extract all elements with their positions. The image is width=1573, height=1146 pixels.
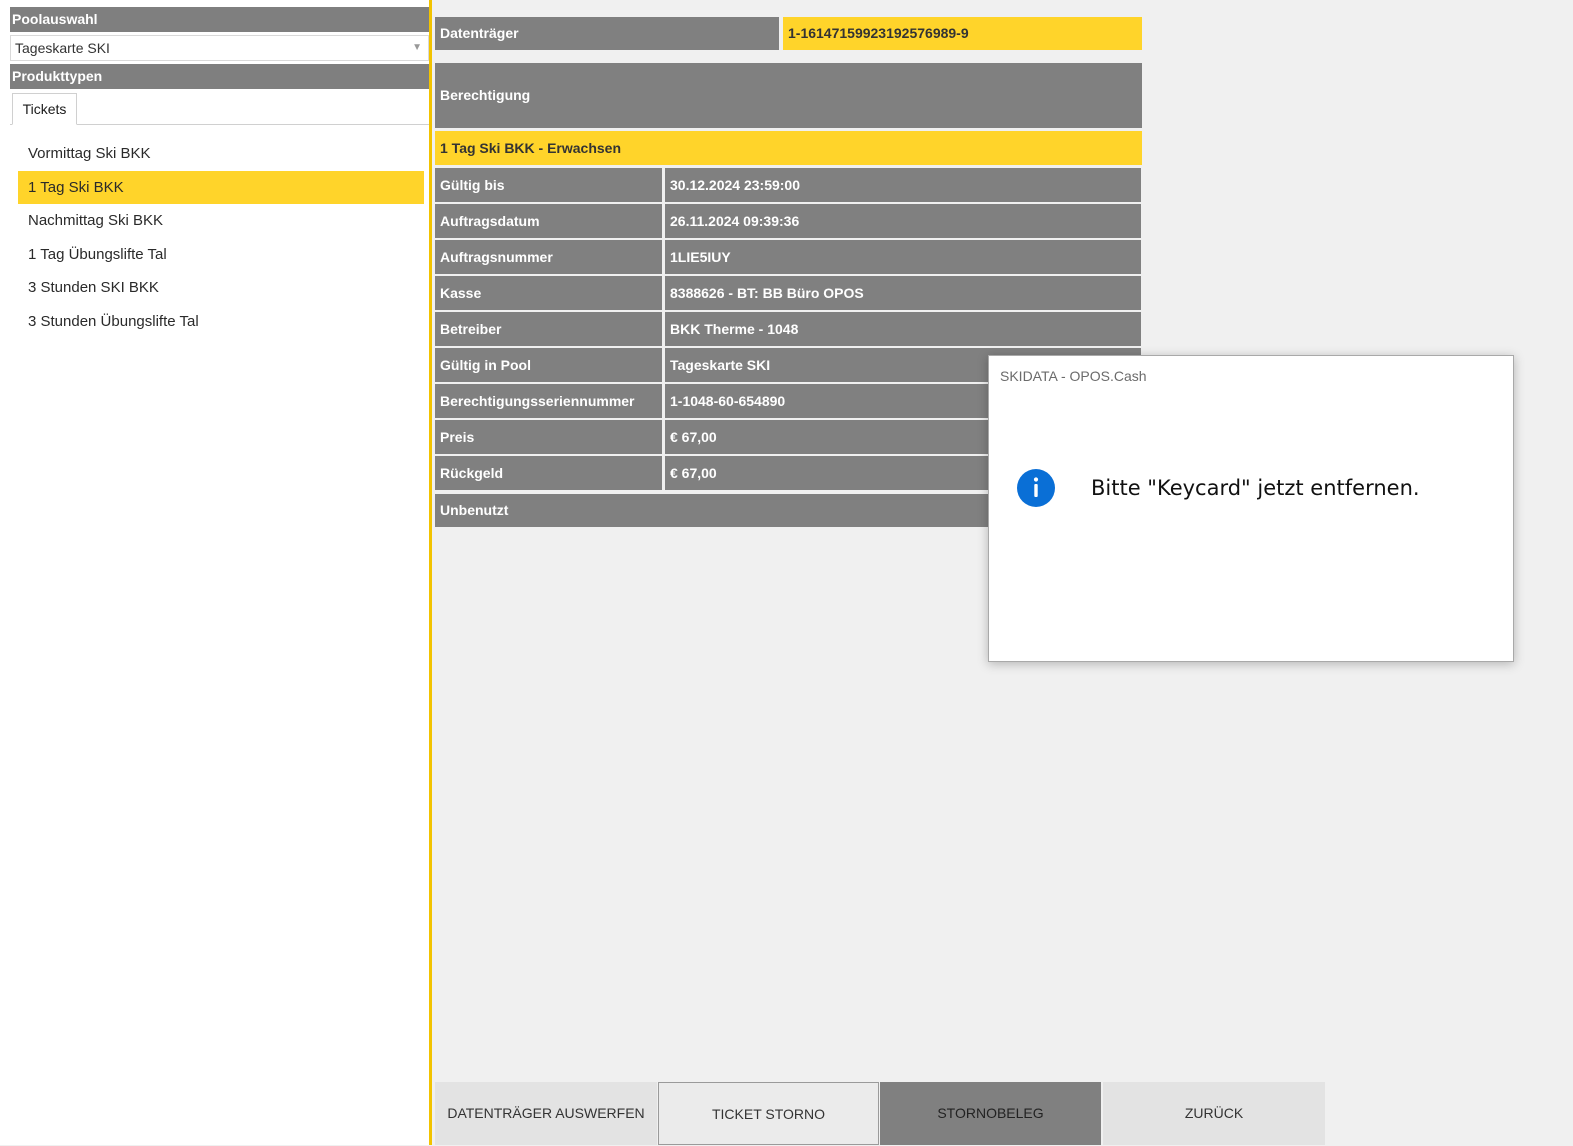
info-icon (1017, 469, 1055, 507)
back-button[interactable]: ZURÜCK (1103, 1082, 1325, 1145)
dialog-title: SKIDATA - OPOS.Cash (1000, 368, 1147, 384)
row-value-kasse: 8388626 - BT: BB Büro OPOS (665, 276, 1141, 310)
product-item-1-tag-uebungslifte[interactable]: 1 Tag Übungslifte Tal (18, 238, 424, 272)
ticket-name: 1 Tag Ski BKK - Erwachsen (435, 131, 1142, 165)
row-label-preis: Preis (435, 420, 662, 454)
row-label-auftragsdatum: Auftragsdatum (435, 204, 662, 238)
product-item-3-stunden-ski[interactable]: 3 Stunden SKI BKK (18, 271, 424, 305)
row-label-kasse: Kasse (435, 276, 662, 310)
dialog-message: Bitte "Keycard" jetzt entfernen. (1091, 476, 1420, 500)
left-panel: Poolauswahl Tageskarte SKI ▼ Produkttype… (0, 0, 430, 1145)
row-label-gueltig-in-pool: Gültig in Pool (435, 348, 662, 382)
datentraeger-label: Datenträger (435, 17, 779, 50)
row-value-betreiber: BKK Therme - 1048 (665, 312, 1141, 346)
product-item-3-stunden-uebungslifte[interactable]: 3 Stunden Übungslifte Tal (18, 305, 424, 339)
product-item-nachmittag[interactable]: Nachmittag Ski BKK (18, 204, 424, 238)
message-dialog: SKIDATA - OPOS.Cash Bitte "Keycard" jetz… (988, 355, 1514, 662)
panel-divider (429, 0, 432, 1145)
row-value-gueltig-bis: 30.12.2024 23:59:00 (665, 168, 1141, 202)
chevron-down-icon[interactable]: ▼ (412, 36, 422, 60)
berechtigung-header: Berechtigung (435, 63, 1142, 128)
row-value-auftragsdatum: 26.11.2024 09:39:36 (665, 204, 1141, 238)
tab-tickets[interactable]: Tickets (12, 93, 77, 125)
row-label-gueltig-bis: Gültig bis (435, 168, 662, 202)
tab-bar: Tickets (10, 93, 430, 125)
product-types-header: Produkttypen (10, 64, 430, 89)
row-label-auftragsnummer: Auftragsnummer (435, 240, 662, 274)
row-value-auftragsnummer: 1LIE5IUY (665, 240, 1141, 274)
row-label-betreiber: Betreiber (435, 312, 662, 346)
ticket-storno-button[interactable]: TICKET STORNO (658, 1082, 879, 1145)
product-item-1-tag-ski[interactable]: 1 Tag Ski BKK (18, 170, 424, 205)
pool-dropdown[interactable]: Tageskarte SKI ▼ (10, 35, 429, 61)
product-item-vormittag[interactable]: Vormittag Ski BKK (18, 137, 424, 171)
eject-datentraeger-button[interactable]: DATENTRÄGER AUSWERFEN (435, 1082, 657, 1145)
row-label-rueckgeld: Rückgeld (435, 456, 662, 490)
stornobeleg-button[interactable]: STORNOBELEG (880, 1082, 1101, 1145)
product-list: Vormittag Ski BKK 1 Tag Ski BKK Nachmitt… (18, 137, 424, 339)
datentraeger-value: 1-16147159923192576989-9 (783, 17, 1142, 50)
pool-section-header: Poolauswahl (10, 7, 430, 32)
row-label-seriennummer: Berechtigungsseriennummer (435, 384, 662, 418)
pool-dropdown-value: Tageskarte SKI (15, 40, 110, 56)
